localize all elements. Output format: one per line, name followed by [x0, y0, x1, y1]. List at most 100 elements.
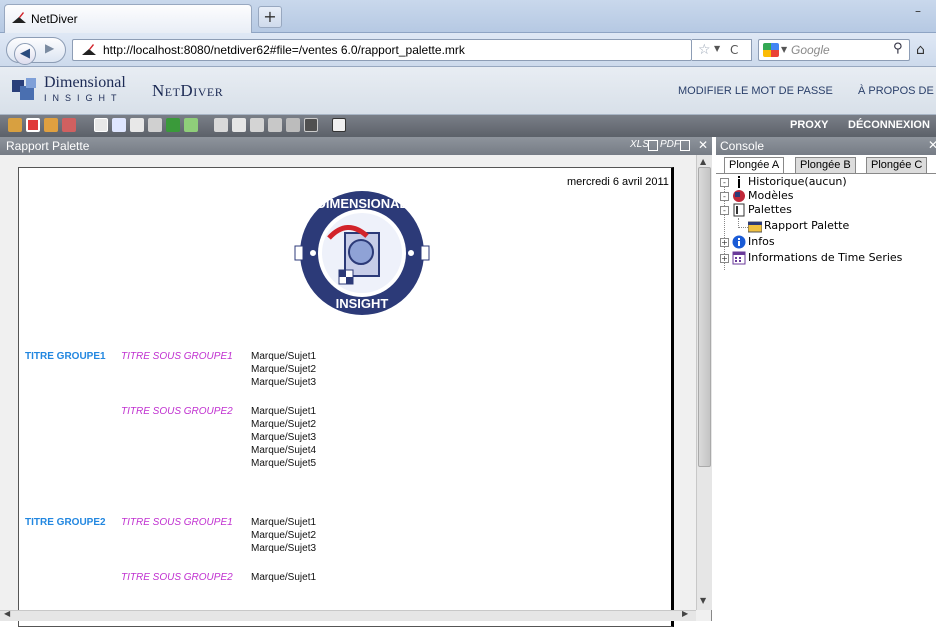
xls-icon[interactable]	[648, 140, 658, 151]
scroll-down-icon[interactable]: ▼	[700, 596, 706, 605]
pdf-icon[interactable]	[26, 118, 40, 132]
home-icon[interactable]: ⌂	[916, 42, 925, 58]
change-password-link[interactable]: MODIFIER LE MOT DE PASSE	[678, 85, 833, 97]
svg-text:INSIGHT: INSIGHT	[336, 296, 389, 311]
scroll-up-icon[interactable]: ▲	[700, 157, 706, 166]
export-pdf-button[interactable]: PDF	[660, 139, 680, 150]
url-bar-actions: ☆ ▼ C	[692, 39, 752, 61]
forward-arrow-icon[interactable]: ▶	[45, 41, 54, 55]
export-xls-button[interactable]: XLS	[630, 139, 649, 150]
open-folder-icon[interactable]	[8, 118, 22, 132]
binoculars-icon[interactable]	[304, 118, 318, 132]
crosstab-icon[interactable]	[130, 118, 144, 132]
palette-icon[interactable]	[332, 118, 346, 132]
about-link[interactable]: À PROPOS DE	[858, 85, 934, 97]
scatter-icon[interactable]	[286, 118, 300, 132]
proxy-link[interactable]: PROXY	[790, 119, 829, 131]
grid-icon[interactable]	[112, 118, 126, 132]
logout-link[interactable]: DÉCONNEXION	[848, 119, 930, 131]
list-item: Marque/Sujet2	[251, 364, 317, 375]
list-item: Marque/Sujet1	[251, 406, 317, 417]
chart-icon[interactable]	[44, 118, 58, 132]
console-panel: Plongée A Plongée B Plongée C - Historiq…	[716, 155, 936, 621]
brand-subname: INSIGHT	[44, 93, 123, 103]
collapse-icon[interactable]: -	[720, 206, 729, 215]
brand-name: Dimensional	[44, 74, 126, 91]
table-icon[interactable]	[94, 118, 108, 132]
scroll-left-icon[interactable]: ◀	[4, 609, 10, 618]
engine-dropdown-icon[interactable]: ▼	[781, 45, 787, 54]
console-close-icon[interactable]: ✕	[928, 138, 936, 152]
user-icon[interactable]	[62, 118, 76, 132]
list-item: Marque/Sujet2	[251, 530, 317, 541]
expand-icon[interactable]: +	[720, 238, 729, 247]
url-bar[interactable]: http://localhost:8080/netdiver62#file=/v…	[72, 39, 692, 61]
star-icon[interactable]: ☆	[698, 42, 711, 58]
dimensional-insight-emblem-icon: DIMENSIONAL INSIGHT	[294, 191, 430, 315]
back-arrow-icon[interactable]: ◀	[14, 43, 36, 65]
list-item: Marque/Sujet4	[251, 445, 317, 456]
site-favicon	[82, 44, 96, 55]
tree-connector	[738, 227, 748, 228]
list-item: Marque/Sujet3	[251, 543, 317, 554]
tree-item-modeles[interactable]: Modèles	[748, 189, 794, 202]
svg-text:DIMENSIONAL: DIMENSIONAL	[317, 196, 408, 211]
group-title: TITRE GROUPE2	[25, 517, 106, 528]
url-text: http://localhost:8080/netdiver62#file=/v…	[103, 43, 465, 57]
dropdown-icon[interactable]: ▼	[714, 44, 720, 53]
pdf-export-icon[interactable]	[680, 140, 690, 151]
report-page: mercredi 6 avril 2011 DIMENSIONAL INSIGH…	[18, 167, 674, 627]
tree-item-time-series[interactable]: Informations de Time Series	[748, 251, 902, 264]
collapse-icon[interactable]: -	[720, 192, 729, 201]
window-minimize-icon[interactable]: –	[915, 4, 921, 18]
palette-folder-icon	[733, 203, 745, 217]
line-chart-icon[interactable]	[214, 118, 228, 132]
scrollbar-thumb[interactable]	[698, 167, 711, 467]
search-input[interactable]: ▼ Google ⚲	[758, 39, 910, 61]
area-chart-icon[interactable]	[250, 118, 264, 132]
globe-icon[interactable]	[166, 118, 180, 132]
product-name: NetDiver	[152, 81, 224, 100]
tree-item-palettes[interactable]: Palettes	[748, 203, 792, 216]
browser-tab-strip: NetDiver + –	[0, 0, 936, 33]
list-item: Marque/Sujet2	[251, 419, 317, 430]
subgroup-title: TITRE SOUS GROUPE2	[121, 406, 233, 417]
browser-nav-bar: ◀ ▶ http://localhost:8080/netdiver62#fil…	[0, 33, 936, 67]
app-toolbar: PROXY DÉCONNEXION	[0, 115, 936, 137]
tab-plongee-b[interactable]: Plongée B	[795, 157, 856, 173]
tree-item-rapport-palette[interactable]: Rapport Palette	[764, 219, 849, 232]
back-forward-group: ◀ ▶	[6, 37, 66, 65]
browser-tab[interactable]: NetDiver	[4, 4, 252, 33]
trend-icon[interactable]	[268, 118, 282, 132]
horizontal-scrollbar[interactable]: ◀ ▶	[0, 609, 696, 621]
model-icon	[733, 190, 745, 202]
collapse-icon[interactable]: -	[720, 178, 729, 187]
vertical-scrollbar[interactable]: ▲ ▼	[696, 155, 712, 610]
tab-plongee-c[interactable]: Plongée C	[866, 157, 928, 173]
new-tab-button[interactable]: +	[258, 6, 282, 28]
google-icon[interactable]	[763, 43, 779, 57]
console-tree: - Historique(aucun) - Modèles - Palettes…	[716, 173, 936, 613]
report-icon[interactable]	[148, 118, 162, 132]
close-icon[interactable]: ✕	[698, 138, 708, 152]
expand-icon[interactable]: +	[720, 254, 729, 263]
list-item: Marque/Sujet1	[251, 517, 317, 528]
search-placeholder: Google	[791, 43, 830, 57]
dimensional-insight-logo-icon	[12, 78, 36, 100]
bar-chart-icon[interactable]	[232, 118, 246, 132]
spreadsheet-icon[interactable]	[184, 118, 198, 132]
list-item: Marque/Sujet5	[251, 458, 317, 469]
list-item: Marque/Sujet3	[251, 432, 317, 443]
tree-item-historique[interactable]: Historique(aucun)	[748, 175, 847, 188]
scroll-right-icon[interactable]: ▶	[682, 609, 688, 618]
search-icon[interactable]: ⚲	[893, 41, 903, 56]
infos-icon	[732, 235, 746, 249]
list-item: Marque/Sujet1	[251, 351, 317, 362]
tab-title: NetDiver	[31, 12, 78, 26]
tab-plongee-a[interactable]: Plongée A	[724, 157, 785, 174]
subgroup-title: TITRE SOUS GROUPE2	[121, 572, 233, 583]
tree-item-infos[interactable]: Infos	[748, 235, 775, 248]
reload-icon[interactable]: C	[730, 43, 738, 57]
report-panel-title: Rapport Palette	[6, 139, 90, 153]
subgroup-title: TITRE SOUS GROUPE1	[121, 517, 233, 528]
